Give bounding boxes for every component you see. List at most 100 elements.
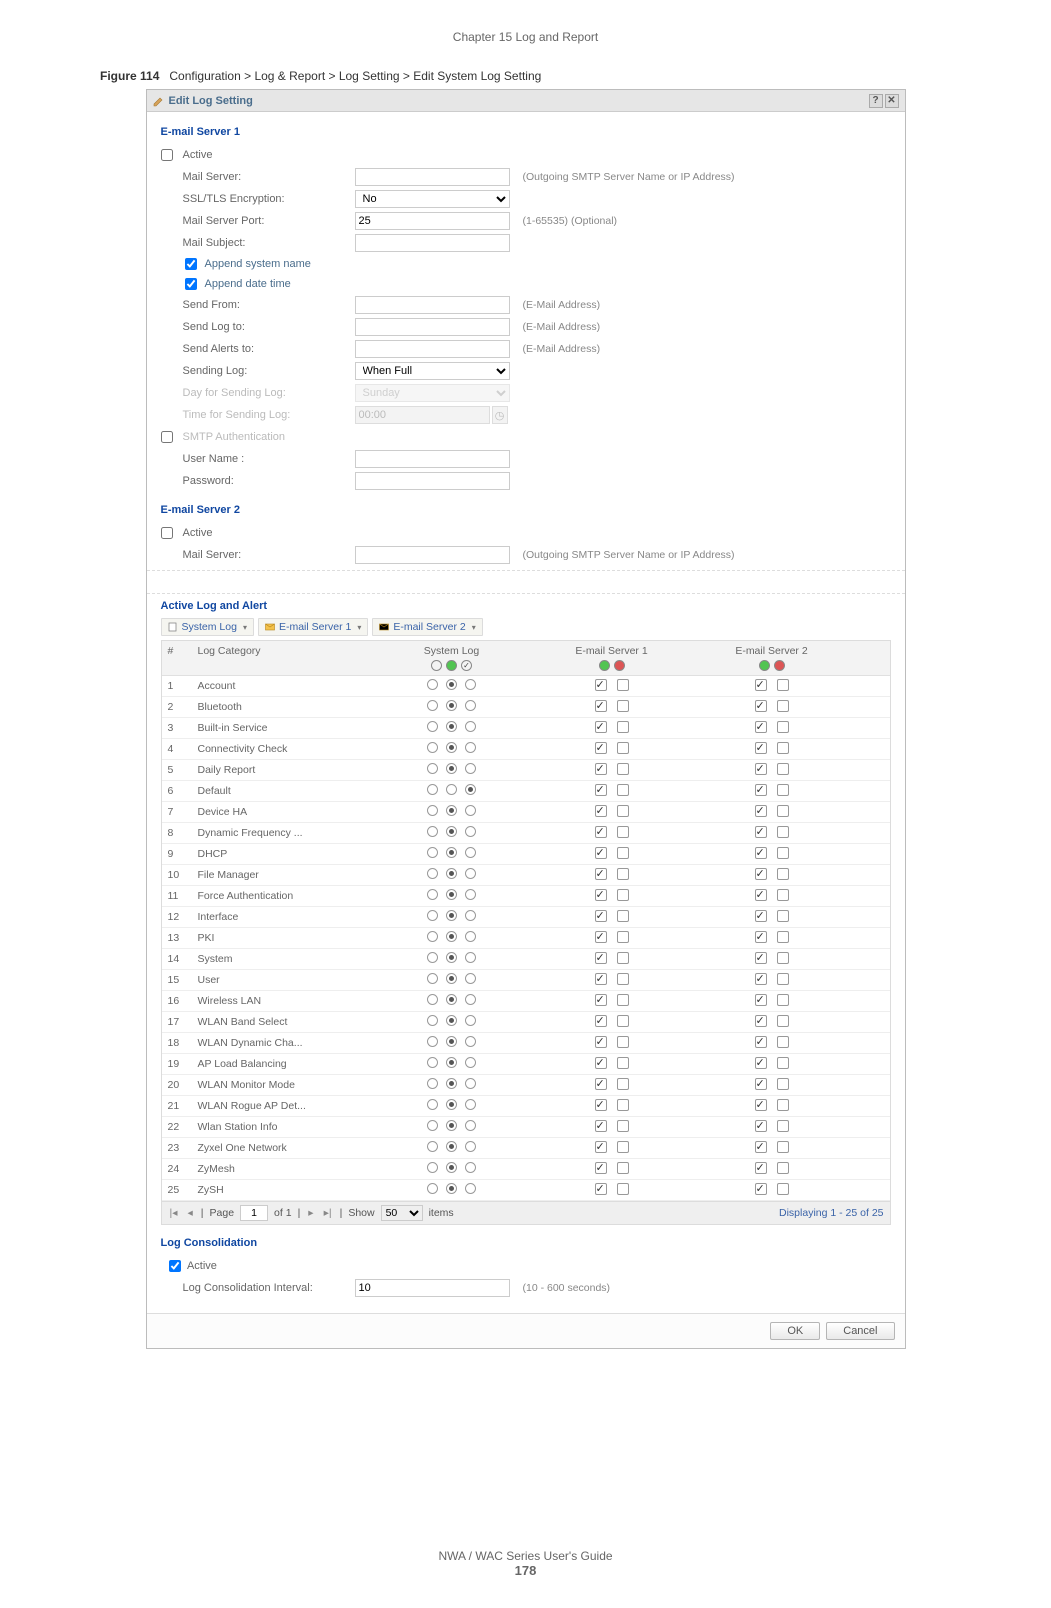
show-select[interactable]: 50: [381, 1205, 423, 1221]
checkbox[interactable]: [777, 994, 789, 1006]
radio-option[interactable]: [446, 700, 457, 711]
tab-email-2[interactable]: E-mail Server 2: [372, 618, 482, 636]
table-row[interactable]: 7Device HA: [162, 802, 890, 823]
radio-option[interactable]: [446, 805, 457, 816]
table-row[interactable]: 6Default: [162, 781, 890, 802]
radio-option[interactable]: [427, 700, 438, 711]
radio-option[interactable]: [427, 1078, 438, 1089]
append-name-checkbox[interactable]: [185, 258, 197, 270]
send-alerts-to-input[interactable]: [355, 340, 510, 358]
radio-option[interactable]: [446, 1141, 457, 1152]
checkbox[interactable]: [617, 931, 629, 943]
radio-option[interactable]: [427, 763, 438, 774]
radio-option[interactable]: [446, 868, 457, 879]
checkbox[interactable]: [617, 1015, 629, 1027]
checkbox[interactable]: [617, 868, 629, 880]
radio-option[interactable]: [465, 973, 476, 984]
checkbox[interactable]: [777, 679, 789, 691]
table-row[interactable]: 10File Manager: [162, 865, 890, 886]
table-row[interactable]: 2Bluetooth: [162, 697, 890, 718]
tab-email-1[interactable]: E-mail Server 1: [258, 618, 368, 636]
checkbox[interactable]: [617, 1183, 629, 1195]
smtp-auth-checkbox[interactable]: [161, 431, 173, 443]
checkbox[interactable]: [617, 1036, 629, 1048]
checkbox[interactable]: [755, 1036, 767, 1048]
checkbox[interactable]: [777, 1078, 789, 1090]
radio-option[interactable]: [446, 742, 457, 753]
checkbox[interactable]: [755, 973, 767, 985]
radio-option[interactable]: [465, 805, 476, 816]
radio-option[interactable]: [446, 1099, 457, 1110]
checkbox[interactable]: [755, 1057, 767, 1069]
table-row[interactable]: 19AP Load Balancing: [162, 1054, 890, 1075]
radio-option[interactable]: [446, 1120, 457, 1131]
sending-log-select[interactable]: When Full: [355, 362, 510, 380]
radio-option[interactable]: [427, 1015, 438, 1026]
radio-option[interactable]: [446, 1036, 457, 1047]
radio-option[interactable]: [427, 868, 438, 879]
checkbox[interactable]: [617, 952, 629, 964]
checkbox[interactable]: [755, 952, 767, 964]
checkbox[interactable]: [617, 973, 629, 985]
checkbox[interactable]: [755, 1162, 767, 1174]
checkbox[interactable]: [617, 742, 629, 754]
radio-option[interactable]: [427, 1162, 438, 1173]
table-row[interactable]: 11Force Authentication: [162, 886, 890, 907]
th-num[interactable]: #: [162, 641, 192, 675]
user-input[interactable]: [355, 450, 510, 468]
radio-option[interactable]: [446, 910, 457, 921]
table-row[interactable]: 14System: [162, 949, 890, 970]
radio-option[interactable]: [427, 742, 438, 753]
th-category[interactable]: Log Category: [192, 641, 372, 675]
checkbox[interactable]: [777, 763, 789, 775]
radio-option[interactable]: [446, 1057, 457, 1068]
checkbox[interactable]: [755, 826, 767, 838]
checkbox[interactable]: [777, 805, 789, 817]
send-log-to-input[interactable]: [355, 318, 510, 336]
checkbox[interactable]: [777, 1120, 789, 1132]
radio-option[interactable]: [446, 1162, 457, 1173]
checkbox[interactable]: [595, 952, 607, 964]
radio-option[interactable]: [427, 973, 438, 984]
radio-option[interactable]: [465, 721, 476, 732]
checkbox[interactable]: [777, 784, 789, 796]
checkbox[interactable]: [777, 1162, 789, 1174]
radio-option[interactable]: [465, 742, 476, 753]
checkbox[interactable]: [755, 763, 767, 775]
checkbox[interactable]: [595, 994, 607, 1006]
close-icon[interactable]: ✕: [885, 94, 899, 108]
checkbox[interactable]: [777, 952, 789, 964]
radio-option[interactable]: [427, 1057, 438, 1068]
radio-option[interactable]: [465, 700, 476, 711]
table-row[interactable]: 8Dynamic Frequency ...: [162, 823, 890, 844]
radio-option[interactable]: [427, 952, 438, 963]
radio-option[interactable]: [446, 721, 457, 732]
checkbox[interactable]: [777, 931, 789, 943]
checkbox[interactable]: [777, 700, 789, 712]
checkbox[interactable]: [777, 868, 789, 880]
checkbox[interactable]: [617, 1120, 629, 1132]
checkbox[interactable]: [617, 1099, 629, 1111]
radio-option[interactable]: [446, 784, 457, 795]
checkbox[interactable]: [617, 847, 629, 859]
checkbox[interactable]: [755, 1015, 767, 1027]
checkbox[interactable]: [617, 826, 629, 838]
radio-option[interactable]: [465, 826, 476, 837]
table-row[interactable]: 5Daily Report: [162, 760, 890, 781]
radio-option[interactable]: [446, 889, 457, 900]
checkbox[interactable]: [617, 1141, 629, 1153]
help-button[interactable]: ?: [869, 94, 883, 108]
table-row[interactable]: 15User: [162, 970, 890, 991]
checkbox[interactable]: [755, 721, 767, 733]
active-checkbox-1[interactable]: [161, 149, 173, 161]
checkbox[interactable]: [595, 826, 607, 838]
checkbox[interactable]: [755, 847, 767, 859]
radio-option[interactable]: [465, 763, 476, 774]
radio-option[interactable]: [465, 679, 476, 690]
table-row[interactable]: 12Interface: [162, 907, 890, 928]
checkbox[interactable]: [595, 1120, 607, 1132]
send-from-input[interactable]: [355, 296, 510, 314]
checkbox[interactable]: [777, 847, 789, 859]
radio-option[interactable]: [446, 847, 457, 858]
checkbox[interactable]: [595, 679, 607, 691]
